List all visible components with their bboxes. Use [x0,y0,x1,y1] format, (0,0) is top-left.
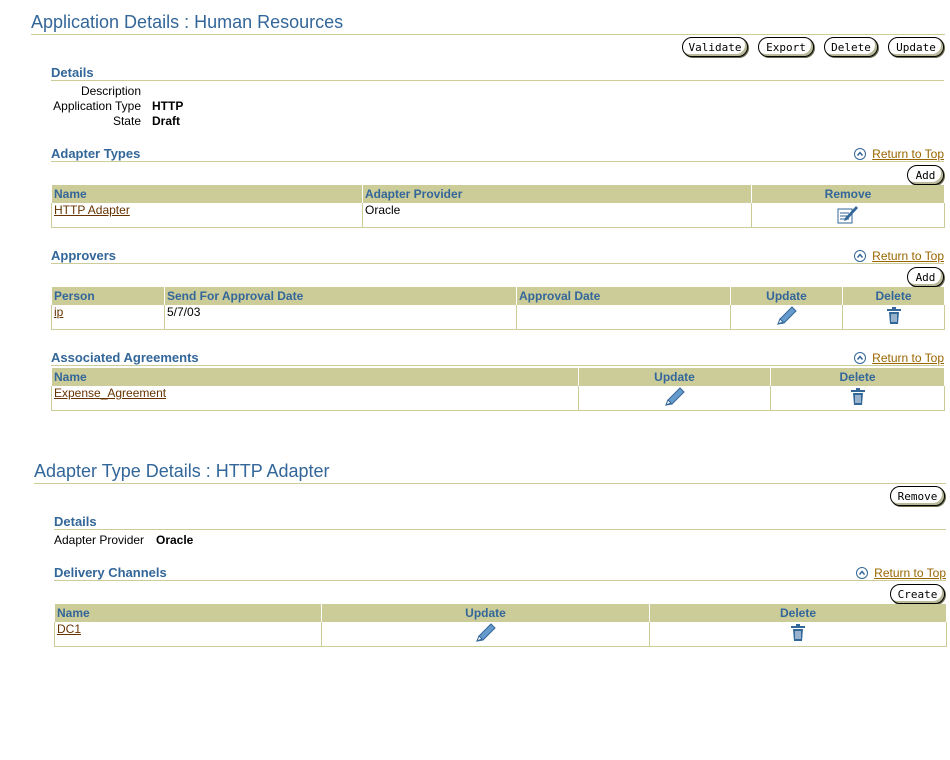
send-date-cell: 5/7/03 [164,304,517,330]
agreement-name-link[interactable]: Expense_Agreement [54,386,166,400]
adapter-details-header: Details [54,514,97,529]
column-header-name: Name [51,185,363,203]
column-header-delete: Delete [649,604,947,622]
column-header-update: Update [578,368,771,386]
delivery-channels-divider [54,580,946,581]
description-label: Description [80,84,141,98]
page-title: Application Details : Human Resources [31,12,344,32]
delete-button[interactable]: Delete [824,37,878,57]
return-to-top-text[interactable]: Return to Top [872,351,944,365]
return-to-top-text[interactable]: Return to Top [874,566,946,580]
column-header-delete: Delete [770,368,945,386]
remove-adapter-button[interactable]: Remove [890,486,945,506]
table-row: Expense_Agreement [51,385,945,411]
agreements-table: Name Update Delete Expense_Agreement [51,368,945,411]
agreements-divider [51,365,944,366]
add-adapter-button[interactable]: Add [907,165,944,185]
approvers-table: Person Send For Approval Date Approval D… [51,287,945,330]
adapter-title-divider [34,483,946,484]
application-type-label: Application Type [53,99,141,113]
update-button[interactable]: Update [888,37,944,57]
approver-person-link[interactable]: ip [54,305,63,319]
adapter-name-link[interactable]: HTTP Adapter [54,203,130,217]
column-header-provider: Adapter Provider [362,185,752,203]
trash-icon[interactable] [886,306,902,328]
column-header-send-date: Send For Approval Date [164,287,517,305]
adapter-provider-value: Oracle [156,533,194,547]
details-divider [51,80,944,81]
trash-icon[interactable] [850,387,866,409]
approvers-header: Approvers [51,248,117,263]
application-type-value: HTTP [152,99,184,113]
delivery-channels-table: Name Update Delete DC1 [54,604,947,647]
state-label: State [112,114,141,128]
adapter-types-table: Name Adapter Provider Remove HTTP Adapte… [51,185,945,228]
details-header: Details [51,65,94,80]
adapter-details-divider [54,529,946,530]
adapter-types-divider [51,161,944,162]
column-header-approval-date: Approval Date [516,287,731,305]
column-header-delete: Delete [842,287,945,305]
up-arrow-icon [854,352,867,364]
up-arrow-icon [854,250,867,262]
adapter-provider-label: Adapter Provider [54,533,145,547]
column-header-update: Update [321,604,650,622]
up-arrow-icon [854,148,867,160]
validate-button[interactable]: Validate [682,37,748,57]
return-to-top-text[interactable]: Return to Top [872,147,944,161]
approvers-divider [51,263,944,264]
channel-name-link[interactable]: DC1 [57,622,81,636]
up-arrow-icon [856,567,869,579]
column-header-person: Person [51,287,165,305]
pencil-icon[interactable] [776,305,798,329]
pencil-icon[interactable] [475,622,497,646]
agreements-header: Associated Agreements [51,350,199,365]
export-button[interactable]: Export [758,37,814,57]
table-row: DC1 [54,621,947,647]
title-divider [31,34,945,35]
return-to-top-text[interactable]: Return to Top [872,249,944,263]
add-approver-button[interactable]: Add [907,267,944,287]
return-to-top-link[interactable]: Return to Top [854,249,944,263]
return-to-top-link[interactable]: Return to Top [854,351,944,365]
adapter-provider-cell: Oracle [362,202,752,228]
remove-adapter-icon[interactable] [837,204,859,227]
table-row: HTTP Adapter Oracle [51,202,945,228]
return-to-top-link[interactable]: Return to Top [854,147,944,161]
column-header-name: Name [51,368,579,386]
pencil-icon[interactable] [664,386,686,410]
delivery-channels-header: Delivery Channels [54,565,167,580]
column-header-name: Name [54,604,322,622]
adapter-details-title: Adapter Type Details : HTTP Adapter [34,461,330,481]
adapter-types-header: Adapter Types [51,146,141,161]
column-header-update: Update [730,287,843,305]
return-to-top-link[interactable]: Return to Top [856,566,946,580]
table-row: ip 5/7/03 [51,304,945,330]
state-value: Draft [152,114,181,128]
trash-icon[interactable] [790,623,806,645]
column-header-remove: Remove [751,185,945,203]
approval-date-cell [516,304,731,330]
create-channel-button[interactable]: Create [890,584,945,604]
